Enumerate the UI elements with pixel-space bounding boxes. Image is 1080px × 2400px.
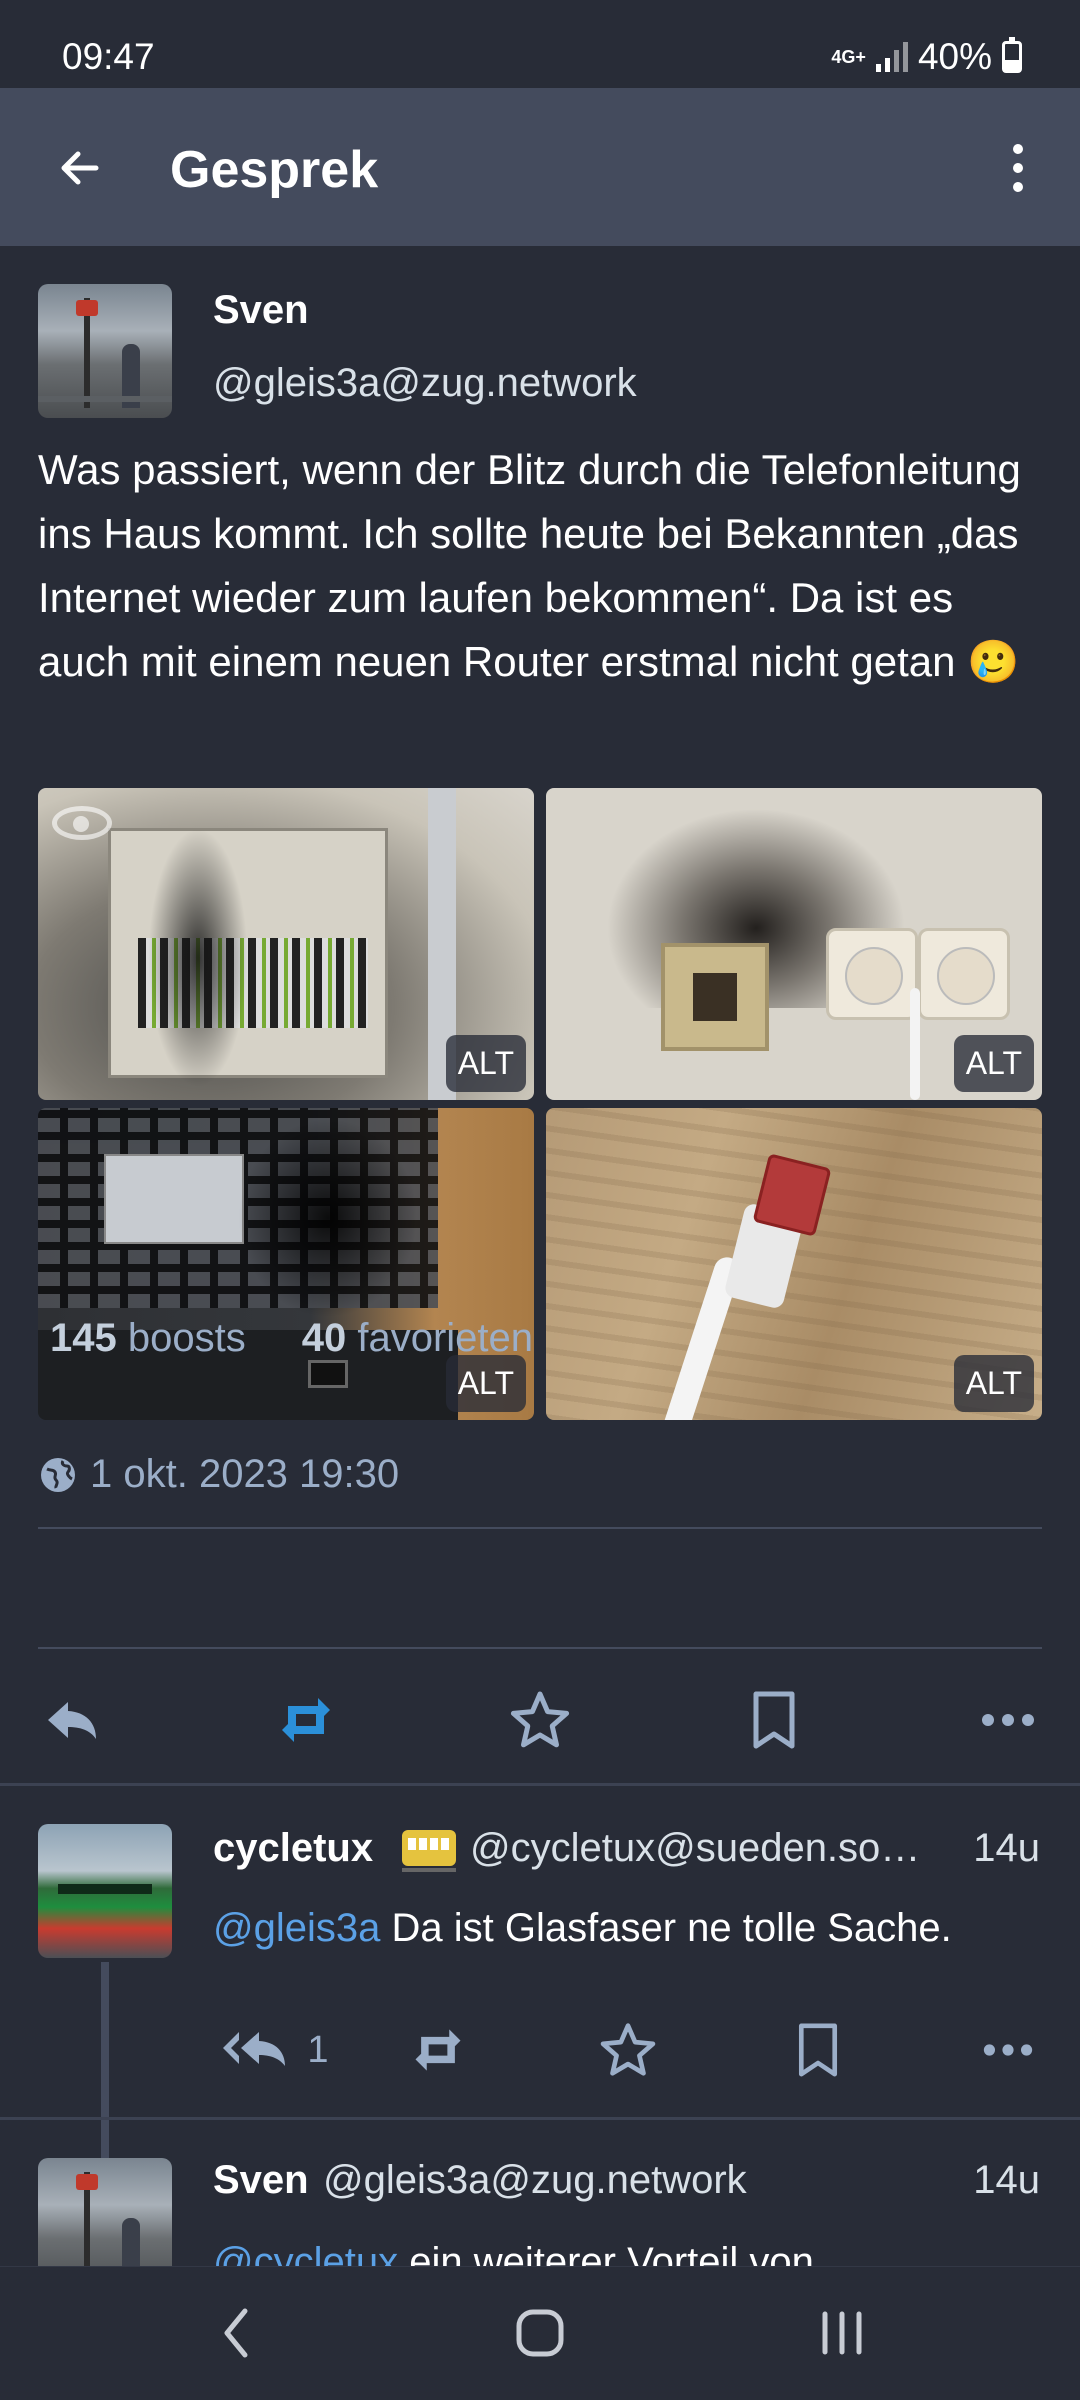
battery-icon <box>1002 37 1022 73</box>
nav-recents-button[interactable] <box>792 2293 892 2373</box>
bookmark-button[interactable] <box>726 1672 822 1768</box>
star-icon <box>600 2023 656 2076</box>
favourite-button[interactable] <box>492 1672 588 1768</box>
back-button[interactable] <box>40 128 120 208</box>
boosts-count-link[interactable]: 145 boosts <box>50 1316 246 1361</box>
nav-back-button[interactable] <box>186 2293 286 2373</box>
more-horizontal-icon <box>983 2044 1033 2056</box>
reply-all-icon <box>223 2032 286 2066</box>
status-timestamp[interactable]: 1 okt. 2023 19:30 <box>38 1452 399 1497</box>
app-bar: Gesprek <box>0 88 1080 246</box>
reply-button[interactable] <box>24 1672 120 1768</box>
reply-author-name[interactable]: cycletux <box>213 1826 373 1871</box>
status-bar: 09:47 4G+ 40% <box>0 0 1080 88</box>
timestamp-text: 1 okt. 2023 19:30 <box>90 1452 400 1496</box>
signal-icon <box>875 42 908 72</box>
boost-icon <box>282 1698 330 1742</box>
author-name[interactable]: Sven <box>213 288 309 333</box>
alt-badge[interactable]: ALT <box>445 1355 526 1412</box>
alt-badge[interactable]: ALT <box>953 1035 1034 1092</box>
favourite-button[interactable] <box>586 2010 670 2090</box>
reply-content: @gleis3a Da ist Glasfaser ne tolle Sache… <box>213 1906 952 1950</box>
media-image[interactable]: ALT <box>546 1108 1042 1420</box>
reply-author-handle[interactable]: @cycletux@sueden.so… <box>470 1826 920 1871</box>
reply-author-handle[interactable]: @gleis3a@zug.network <box>323 2158 747 2203</box>
media-image[interactable]: ALT <box>38 788 534 1100</box>
battery-percent: 40% <box>917 36 992 77</box>
boost-button[interactable] <box>396 2010 480 2090</box>
alt-badge[interactable]: ALT <box>953 1355 1034 1412</box>
network-type: 4G+ <box>831 47 866 67</box>
favourites-count-link[interactable]: 40 favorieten <box>302 1316 533 1361</box>
chevron-left-icon <box>224 2308 248 2358</box>
divider <box>38 1527 1042 1529</box>
bookmark-icon <box>798 2023 838 2077</box>
boost-icon <box>415 2029 461 2071</box>
reply-count: 1 <box>307 2028 329 2071</box>
media-image[interactable]: ALT <box>38 1108 534 1420</box>
nav-home-button[interactable] <box>490 2293 590 2373</box>
status-counts: 145 boosts 40 favorieten <box>50 1316 533 1361</box>
reply-icon <box>48 1702 96 1739</box>
reply-timestamp[interactable]: 14u <box>973 1826 1040 1871</box>
mention-link[interactable]: @gleis3a <box>213 1906 380 1950</box>
recents-icon <box>822 2311 862 2355</box>
reply-author-name[interactable]: Sven <box>213 2158 309 2203</box>
arrow-left-icon <box>61 151 99 185</box>
media-image[interactable]: ALT <box>546 788 1042 1100</box>
reply-timestamp[interactable]: 14u <box>973 2158 1040 2203</box>
alt-badge[interactable]: ALT <box>445 1035 526 1092</box>
star-icon <box>510 1691 570 1748</box>
boost-button[interactable] <box>258 1672 354 1768</box>
avatar[interactable] <box>38 284 172 418</box>
status-time: 09:47 <box>62 36 155 77</box>
status-content: Was passiert, wenn der Blitz durch die T… <box>38 446 1021 685</box>
more-vertical-icon <box>1013 144 1023 154</box>
system-navigation-bar <box>0 2266 1080 2400</box>
more-horizontal-icon <box>982 1714 1034 1726</box>
page-title: Gesprek <box>170 141 379 199</box>
bookmark-icon <box>753 1691 795 1749</box>
globe-icon <box>41 1457 75 1492</box>
tram-emoji-icon <box>402 1830 456 1872</box>
bookmark-button[interactable] <box>776 2010 860 2090</box>
section-divider <box>0 1783 1080 1786</box>
home-icon <box>516 2309 564 2357</box>
overflow-menu-button[interactable] <box>978 128 1058 208</box>
section-divider <box>0 2117 1080 2120</box>
more-actions-button[interactable] <box>960 1672 1056 1768</box>
divider <box>38 1647 1042 1649</box>
author-handle[interactable]: @gleis3a@zug.network <box>213 361 637 406</box>
avatar[interactable] <box>38 1824 172 1958</box>
hide-media-icon[interactable] <box>52 806 112 840</box>
status-indicators: 4G+ 40% <box>831 36 1022 78</box>
more-actions-button[interactable] <box>966 2010 1050 2090</box>
status-action-bar <box>0 1672 1080 1768</box>
reply-button[interactable]: 1 <box>210 2010 340 2090</box>
